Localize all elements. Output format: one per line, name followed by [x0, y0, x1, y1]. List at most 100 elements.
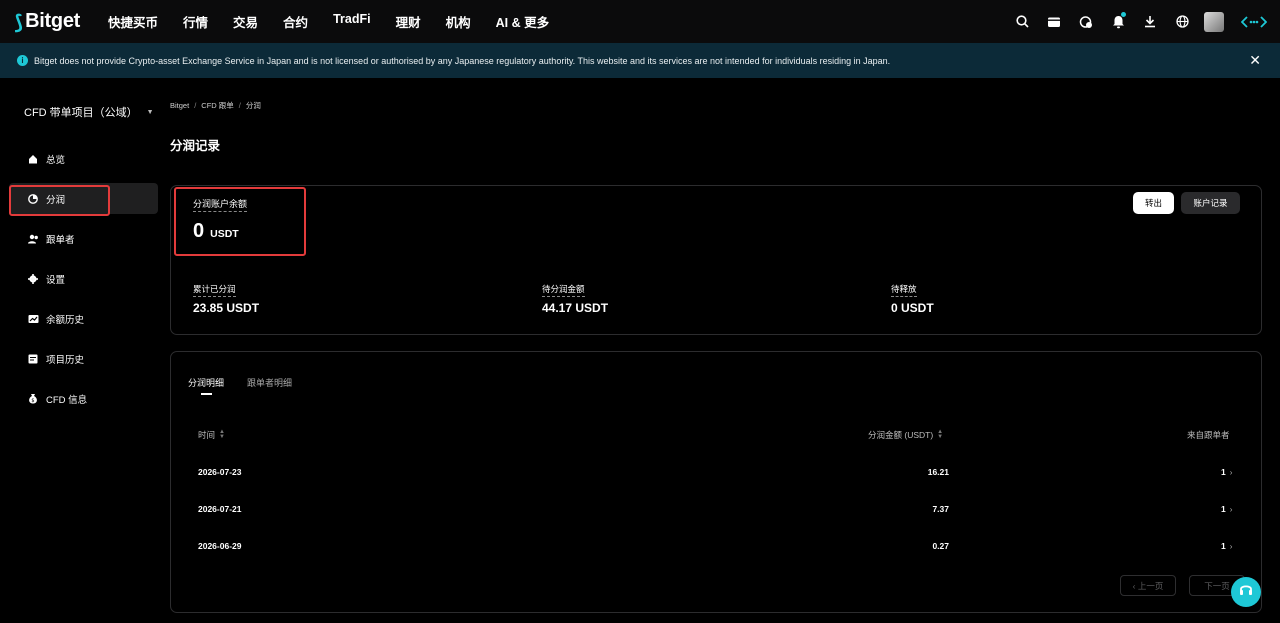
svg-text:$: $: [31, 398, 34, 404]
profit-share-balance-card: 分润账户余额 0 USDT 转出 账户记录 累计已分润 23.85 USDT 待…: [170, 185, 1262, 335]
chevron-right-icon: ›: [1229, 468, 1233, 477]
balance-value: 0 USDT: [193, 220, 239, 243]
nav-buy-crypto[interactable]: 快捷买币: [108, 12, 158, 31]
breadcrumb: Bitget / CFD 跟单 / 分润: [170, 100, 261, 111]
profit-share-details-card: 分润明细 跟单者明细 时间 ▲ ▼ 分润金额 (USDT) ▲ ▼ 来自跟单者 20…: [170, 351, 1262, 613]
row-followers: 1: [1221, 541, 1226, 551]
sidebar-item-project-history[interactable]: 项目历史: [9, 343, 158, 374]
row-amount: 7.37: [932, 504, 949, 514]
sidebar-item-label: 设置: [46, 274, 66, 286]
stat-value: 44.17 USDT: [542, 301, 609, 315]
nav-futures[interactable]: 合约: [283, 12, 308, 31]
project-selector[interactable]: CFD 带单项目（公域） ▼: [24, 104, 154, 120]
gear-icon: [28, 273, 40, 284]
active-tab-indicator: [201, 393, 212, 395]
chevron-right-icon: ›: [1229, 505, 1233, 514]
nav-institutional[interactable]: 机构: [446, 12, 471, 31]
row-date: 2026-07-21: [198, 504, 242, 514]
nav-earn[interactable]: 理财: [396, 12, 421, 31]
tab-profit-details[interactable]: 分润明细: [188, 376, 224, 389]
orders-icon[interactable]: [1070, 15, 1102, 29]
column-header-label: 时间: [198, 430, 216, 440]
balance-history-icon: [28, 314, 40, 324]
breadcrumb-home[interactable]: Bitget: [170, 101, 189, 110]
nav-markets[interactable]: 行情: [183, 12, 208, 31]
logo-text: Bitget: [25, 10, 81, 32]
download-icon[interactable]: [1134, 15, 1166, 28]
nav-ai-more[interactable]: AI & 更多: [496, 12, 549, 31]
stat-pending-release: 待释放 0 USDT: [891, 279, 934, 315]
main-menu: 快捷买币 行情 交易 合约 TradFi 理财 机构 AI & 更多: [108, 12, 574, 31]
row-followers-link[interactable]: 1 ›: [1221, 541, 1232, 551]
column-header-amount[interactable]: 分润金额 (USDT) ▲ ▼: [868, 429, 943, 441]
row-amount: 16.21: [927, 467, 949, 477]
project-history-icon: [28, 354, 40, 364]
breadcrumb-separator: /: [194, 101, 197, 110]
chevron-right-icon: ›: [1229, 542, 1233, 551]
avatar[interactable]: [1204, 11, 1224, 32]
stat-pending-share: 待分润金额 44.17 USDT: [542, 279, 608, 315]
sidebar-item-label: CFD 信息: [46, 394, 88, 406]
search-icon[interactable]: [1006, 15, 1038, 28]
wallet-icon[interactable]: [1038, 16, 1070, 28]
stat-label: 待分润金额: [542, 283, 585, 297]
transfer-out-button[interactable]: 转出: [1133, 192, 1174, 214]
column-header-label: 分润金额 (USDT): [868, 430, 934, 440]
stat-label: 待释放: [891, 283, 917, 297]
sidebar-highlight-box: [9, 185, 110, 216]
sidebar-item-label: 跟单者: [46, 234, 75, 246]
caret-down-icon: ▼: [146, 108, 154, 116]
notification-dot: [1121, 11, 1126, 17]
stat-total-shared: 累计已分润 23.85 USDT: [193, 279, 259, 315]
row-date: 2026-06-29: [198, 541, 242, 551]
stat-value: 23.85 USDT: [193, 301, 260, 315]
headset-icon: [1239, 583, 1253, 601]
top-nav: ⟆ Bitget 快捷买币 行情 交易 合约 TradFi 理财 机构 AI &…: [0, 0, 1280, 43]
account-records-button[interactable]: 账户记录: [1181, 192, 1240, 214]
page-title: 分润记录: [170, 139, 221, 153]
regulatory-banner: i Bitget does not provide Crypto-asset E…: [0, 43, 1280, 78]
sort-icon: ▲ ▼: [937, 429, 944, 440]
row-amount: 0.27: [932, 541, 949, 551]
sidebar-item-overview[interactable]: 总览: [9, 143, 158, 174]
column-header-time[interactable]: 时间 ▲ ▼: [198, 429, 225, 441]
sort-icon: ▲ ▼: [219, 429, 225, 440]
home-icon: [28, 154, 40, 164]
close-icon[interactable]: ✕: [1249, 53, 1261, 67]
nav-tradfi[interactable]: TradFi: [333, 12, 371, 31]
breadcrumb-separator: /: [238, 101, 241, 110]
nav-actions: [1006, 0, 1280, 43]
row-followers: 1: [1221, 504, 1226, 514]
sidebar-item-label: 余额历史: [46, 314, 85, 326]
sidebar-item-balance-history[interactable]: 余额历史: [9, 303, 158, 334]
column-header-label: 来自跟单者: [1187, 430, 1230, 440]
sidebar-item-settings[interactable]: 设置: [9, 263, 158, 294]
bell-icon[interactable]: [1102, 11, 1134, 29]
row-followers-link[interactable]: 1 ›: [1221, 504, 1232, 514]
globe-icon[interactable]: [1166, 15, 1198, 28]
sidebar-item-label: 项目历史: [46, 354, 85, 366]
stat-value: 0 USDT: [891, 301, 934, 315]
balance-amount: 0: [193, 220, 205, 242]
support-chat-button[interactable]: [1231, 577, 1261, 607]
prev-page-button[interactable]: ‹ 上一页: [1120, 575, 1176, 596]
stat-label: 累计已分润: [193, 283, 236, 297]
sidebar-item-label: 总览: [46, 154, 66, 166]
info-icon: i: [17, 55, 28, 66]
banner-text: Bitget does not provide Crypto-asset Exc…: [34, 55, 891, 66]
tab-follower-details[interactable]: 跟单者明细: [247, 376, 292, 389]
users-icon: [28, 234, 40, 244]
row-followers-link[interactable]: 1 ›: [1221, 467, 1232, 477]
money-bag-icon: $: [28, 393, 40, 404]
nav-trade[interactable]: 交易: [233, 12, 258, 31]
column-header-from-followers: 来自跟单者: [1187, 429, 1230, 441]
more-icon[interactable]: [1236, 15, 1272, 28]
row-followers: 1: [1221, 467, 1226, 477]
bitget-logo[interactable]: ⟆ Bitget: [14, 10, 94, 34]
balance-label: 分润账户余额: [193, 197, 248, 212]
project-selector-label: CFD 带单项目（公域）: [24, 107, 138, 119]
breadcrumb-cfd[interactable]: CFD 跟单: [201, 101, 234, 110]
sidebar-item-followers[interactable]: 跟单者: [9, 223, 158, 254]
row-date: 2026-07-23: [198, 467, 242, 477]
sidebar-item-cfd-info[interactable]: $ CFD 信息: [9, 383, 158, 414]
